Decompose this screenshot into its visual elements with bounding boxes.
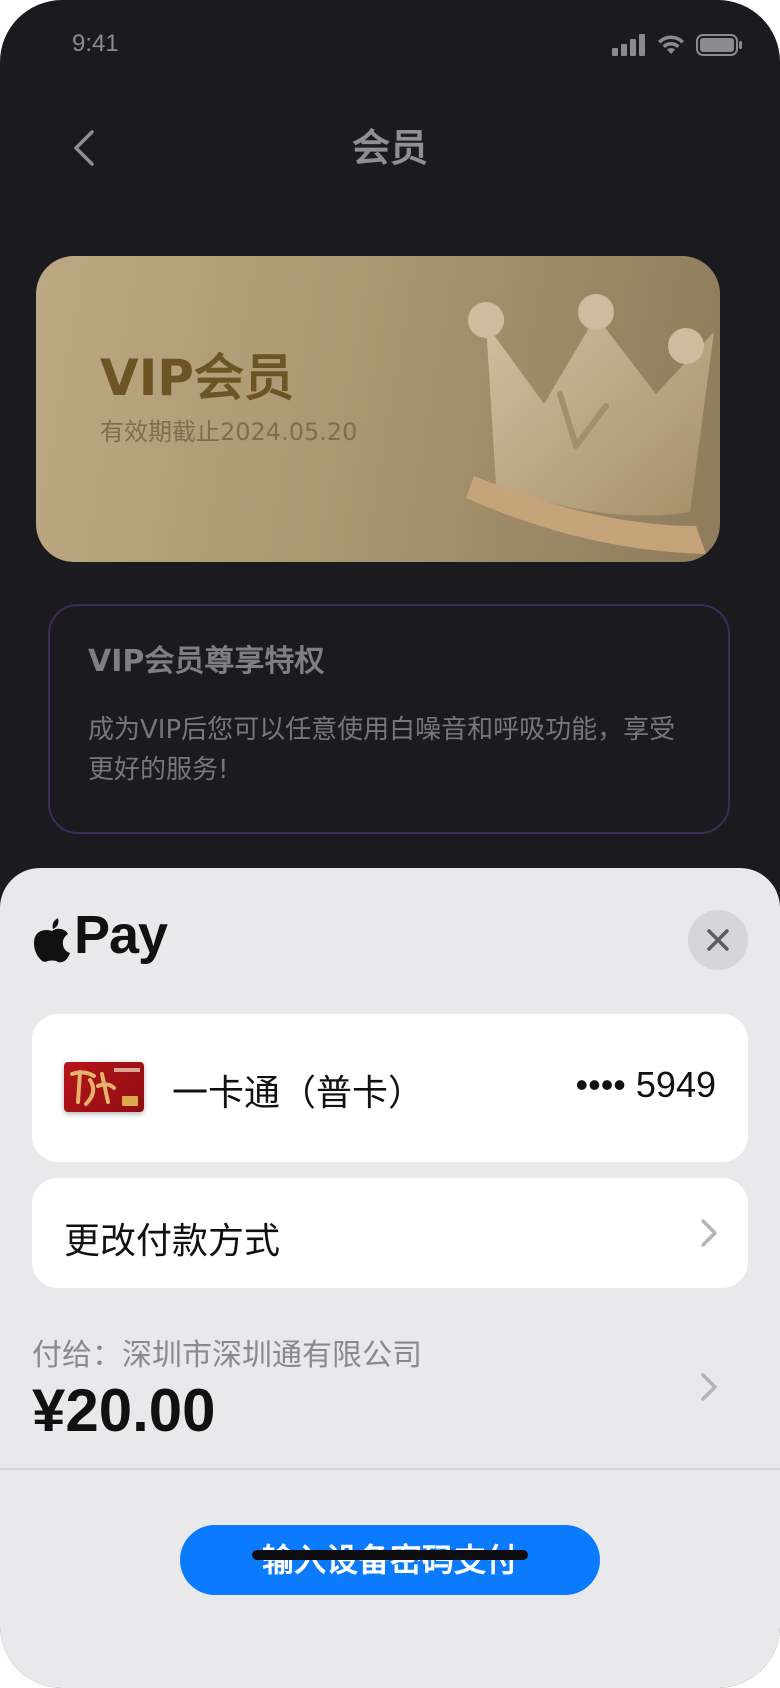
divider bbox=[0, 1468, 780, 1470]
status-time: 9:41 bbox=[72, 30, 119, 57]
vip-card: VIP会员 有效期截止2024.05.20 bbox=[36, 256, 720, 562]
change-payment-method-label: 更改付款方式 bbox=[64, 1221, 281, 1262]
pay-with-passcode-button[interactable]: 输入设备密码支付 bbox=[180, 1525, 600, 1595]
chevron-right-icon bbox=[701, 1219, 717, 1247]
status-icons bbox=[612, 30, 744, 60]
chevron-right-icon[interactable] bbox=[700, 1372, 718, 1402]
page-title: 会员 bbox=[351, 126, 428, 170]
home-indicator[interactable] bbox=[252, 1550, 528, 1560]
close-icon bbox=[707, 929, 729, 951]
crown-icon bbox=[466, 294, 714, 554]
vip-expiry: 有效期截止2024.05.20 bbox=[100, 418, 358, 446]
bank-card-icon bbox=[64, 1062, 144, 1112]
change-payment-method-row[interactable]: 更改付款方式 bbox=[32, 1178, 748, 1288]
signal-icon bbox=[612, 34, 645, 56]
phone-screen: 9:41 会员 VIP会员 有效期截止2024.05.20 VIP会员尊享特权 … bbox=[0, 0, 780, 1688]
privilege-description: 成为VIP后您可以任意使用白噪音和呼吸功能，享受更好的服务! bbox=[88, 715, 676, 785]
wifi-icon bbox=[658, 35, 684, 54]
vip-title: VIP会员 bbox=[100, 349, 294, 407]
apple-pay-sheet: Pay 一卡通（普卡） •••• 5949 更改付款方式 付给：深圳市深圳通有限… bbox=[0, 868, 780, 1688]
card-number: •••• 5949 bbox=[575, 1064, 716, 1105]
apple-logo-icon bbox=[34, 918, 70, 963]
close-button[interactable] bbox=[688, 910, 748, 970]
card-name: 一卡通（普卡） bbox=[172, 1073, 425, 1114]
battery-icon bbox=[696, 34, 742, 56]
apple-pay-brand: Pay bbox=[74, 905, 168, 965]
privilege-box: VIP会员尊享特权 成为VIP后您可以任意使用白噪音和呼吸功能，享受更好的服务! bbox=[48, 604, 730, 834]
payment-amount: ¥20.00 bbox=[32, 1377, 216, 1444]
payee-label: 付给：深圳市深圳通有限公司 bbox=[32, 1338, 422, 1373]
payment-card-row[interactable]: 一卡通（普卡） •••• 5949 bbox=[32, 1014, 748, 1162]
privilege-title: VIP会员尊享特权 bbox=[88, 644, 325, 679]
